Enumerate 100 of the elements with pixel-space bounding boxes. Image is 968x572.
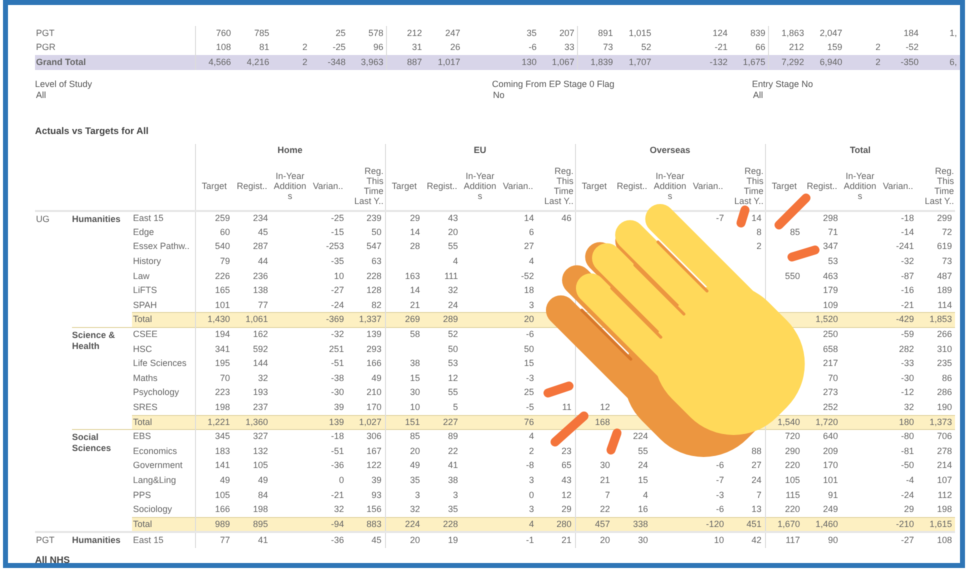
table-cell: 3 <box>452 490 458 500</box>
table-cell: 457 <box>594 518 610 529</box>
row-header: PGT <box>36 535 55 546</box>
table-cell: 210 <box>366 387 382 398</box>
table-cell: 26 <box>450 42 460 52</box>
table-cell: 310 <box>936 344 952 354</box>
table-cell: 1,720 <box>815 416 838 427</box>
table-cell: 1,540 <box>777 416 800 427</box>
table-cell: 22 <box>448 446 458 456</box>
table-cell: 194 <box>214 329 230 340</box>
table-cell: 55 <box>638 446 648 456</box>
table-cell: 66 <box>755 42 766 52</box>
table-cell: 44 <box>258 256 268 266</box>
table-cell: 35 <box>526 28 537 38</box>
table-cell: 163 <box>404 270 420 281</box>
table-cell: 132 <box>252 446 268 456</box>
table-cell: 4 <box>642 490 648 500</box>
table-cell: 168 <box>594 416 610 427</box>
motion-line <box>606 428 622 454</box>
table-cell: 52 <box>641 42 652 52</box>
motion-line <box>544 382 574 398</box>
table-cell: -6 <box>528 42 537 52</box>
table-cell: 72 <box>942 226 952 237</box>
table-cell: 85 <box>410 431 420 442</box>
table-cell: 14 <box>751 212 762 223</box>
table-cell: -21 <box>714 42 728 52</box>
table-cell: 6,940 <box>820 56 842 66</box>
table-cell: 167 <box>366 446 382 456</box>
table-cell: -30 <box>330 387 344 398</box>
table-cell: 198 <box>252 504 268 514</box>
table-cell: 293 <box>366 344 382 354</box>
table-cell: 226 <box>214 270 230 281</box>
table-cell: 193 <box>252 387 268 398</box>
row-header: Total <box>132 517 195 532</box>
table-cell: 4,566 <box>208 56 232 66</box>
table-cell: 345 <box>214 431 230 442</box>
table-cell: 30 <box>638 534 648 545</box>
table-cell: 6, <box>949 56 957 66</box>
row-header: Lang&Ling <box>132 473 195 488</box>
table-cell: 13 <box>751 504 762 514</box>
table-cell: -24 <box>900 490 914 500</box>
column-header: In-Year Additions <box>464 171 496 202</box>
table-cell: 53 <box>448 358 458 368</box>
row-header: SRES <box>132 400 195 416</box>
table-cell: 15 <box>410 372 420 383</box>
row-header: EBS <box>132 430 195 444</box>
table-cell: 88 <box>751 446 762 456</box>
row-header: PGR <box>35 40 196 55</box>
table-cell: 14 <box>410 226 420 237</box>
table-cell: 1,221 <box>207 416 230 427</box>
row-header: Science & Health <box>72 330 116 351</box>
table-cell: 128 <box>366 285 382 296</box>
column-header: Varian.. <box>312 181 344 192</box>
table-cell: 237 <box>252 402 268 412</box>
table-cell: 266 <box>936 329 952 340</box>
table-cell: 8 <box>756 226 762 237</box>
table-cell: 4 <box>528 518 534 529</box>
table-cell: 306 <box>366 431 382 442</box>
column-header: Varian.. <box>882 181 914 192</box>
table-cell: 53 <box>828 256 838 266</box>
table-cell: 124 <box>712 28 728 38</box>
table-cell: 220 <box>784 504 800 514</box>
table-cell: -32 <box>330 329 344 340</box>
table-cell: -3 <box>526 372 534 383</box>
table-cell: 224 <box>632 431 648 442</box>
table-cell: 280 <box>556 518 572 529</box>
table-cell: 212 <box>789 42 804 52</box>
column-group-header: Home <box>195 144 385 163</box>
filter-label: Coming From EP Stage 0 Flag <box>492 78 616 90</box>
table-cell: 658 <box>822 344 838 354</box>
table-cell: 223 <box>214 387 230 398</box>
table-cell: 212 <box>407 28 422 38</box>
table-cell: 85 <box>790 226 800 237</box>
table-cell: -7 <box>716 474 724 485</box>
table-cell: 1,360 <box>245 416 268 427</box>
table-cell: -350 <box>900 56 919 66</box>
table-cell: 79 <box>220 256 230 266</box>
table-cell: 73 <box>942 256 952 266</box>
table-cell: 2 <box>528 446 534 456</box>
table-cell: 891 <box>598 28 614 38</box>
table-cell: 3 <box>528 504 534 514</box>
table-cell: 1,373 <box>929 416 952 427</box>
column-header: Reg. This Time Last Y.. <box>924 166 954 206</box>
table-cell: 139 <box>328 416 344 427</box>
table-cell: 12 <box>561 490 572 500</box>
table-cell: 55 <box>448 241 458 252</box>
table-cell: 4 <box>528 431 534 442</box>
table-cell: 2 <box>302 56 308 66</box>
table-cell: -253 <box>326 241 344 252</box>
table-cell: 89 <box>448 431 458 442</box>
table-cell: 20 <box>524 314 534 324</box>
column-header: In-Year Additions <box>654 171 686 202</box>
table-cell: 76 <box>524 416 534 427</box>
table-cell: 12 <box>600 402 610 412</box>
table-cell: 785 <box>254 28 270 38</box>
table-cell: 43 <box>448 212 458 223</box>
table-cell: 20 <box>410 534 420 545</box>
row-header: LiFTS <box>132 284 195 298</box>
table-cell: 989 <box>214 518 230 529</box>
table-cell: 108 <box>216 42 232 52</box>
